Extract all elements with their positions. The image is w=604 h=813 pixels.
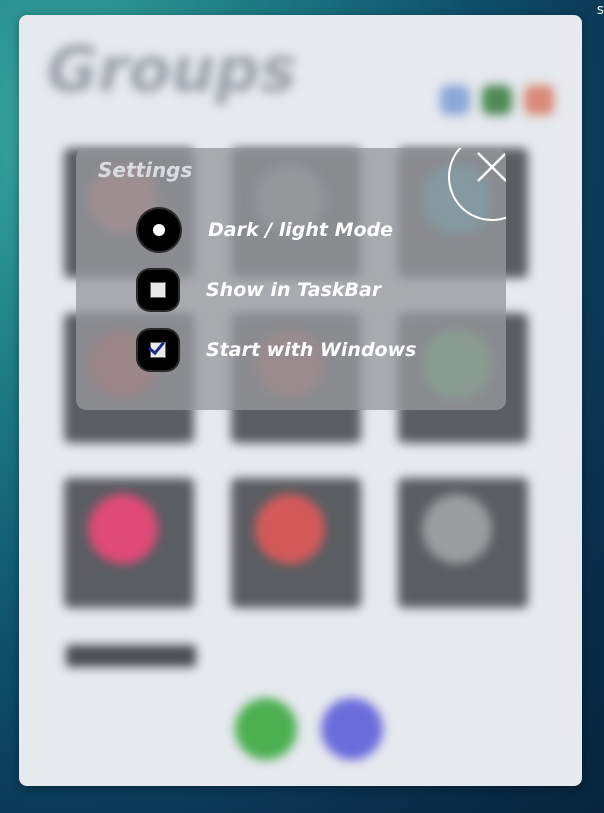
app-title: Groups <box>47 33 297 106</box>
color-swatches <box>440 85 554 115</box>
checkbox-box-icon <box>150 282 166 298</box>
swatch-blue[interactable] <box>440 85 470 115</box>
edge-glyph: s <box>596 2 604 18</box>
add-button[interactable] <box>321 698 383 760</box>
group-tile[interactable] <box>398 478 528 608</box>
group-tile[interactable] <box>231 478 361 608</box>
group-tile[interactable] <box>64 478 194 608</box>
tile-icon <box>422 494 492 564</box>
close-button[interactable] <box>448 148 506 221</box>
edit-button[interactable] <box>235 698 297 760</box>
show-in-taskbar-checkbox[interactable] <box>138 270 178 310</box>
settings-title: Settings <box>98 158 193 182</box>
close-x-icon <box>477 152 506 182</box>
swatch-green[interactable] <box>482 85 512 115</box>
start-with-windows-checkbox[interactable] <box>138 330 178 370</box>
tile-icon <box>255 494 325 564</box>
tile-icon <box>88 494 158 564</box>
option-dark-light-mode[interactable]: Dark / light Mode <box>138 209 394 251</box>
radio-dot-icon <box>153 224 165 236</box>
option-label: Start with Windows <box>206 339 417 361</box>
settings-panel: Settings Dark / light Mode Show in TaskB… <box>76 148 506 410</box>
option-show-in-taskbar[interactable]: Show in TaskBar <box>138 270 381 310</box>
option-label: Show in TaskBar <box>206 279 382 301</box>
group-label-strip <box>66 645 196 667</box>
option-label: Dark / light Mode <box>208 219 394 241</box>
option-start-with-windows[interactable]: Start with Windows <box>138 330 416 370</box>
swatch-red[interactable] <box>524 85 554 115</box>
dark-light-mode-radio[interactable] <box>138 209 180 251</box>
